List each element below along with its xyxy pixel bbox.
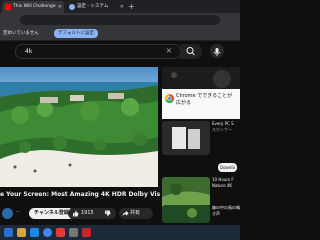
search-button[interactable] xyxy=(180,44,202,59)
youtube-favicon-icon xyxy=(5,4,11,10)
tab-youtube-video[interactable]: This Will Challenge Your Sc ✕ xyxy=(2,1,64,13)
suggestion-title: Every PC S xyxy=(212,121,234,126)
voice-search-button[interactable] xyxy=(210,44,224,58)
microphone-icon xyxy=(213,48,221,56)
suggestion-meta: スポンサー xyxy=(212,127,232,132)
ad-banner-image[interactable] xyxy=(162,67,240,89)
address-row xyxy=(0,13,240,27)
tab-settings[interactable]: 設定 - システム ✕ xyxy=(66,1,126,13)
youtube-taskbar-icon[interactable] xyxy=(82,228,91,237)
set-default-button[interactable]: デフォルトに設定 xyxy=(54,29,98,38)
video-frame-image xyxy=(0,67,158,187)
address-bar[interactable] xyxy=(20,15,220,25)
infobar-text: 定めいていません xyxy=(3,31,39,36)
share-label: 共有 xyxy=(130,210,141,216)
ad-card[interactable]: Chrome でできることが広がる xyxy=(162,89,240,119)
share-arrow-icon xyxy=(122,210,129,216)
clear-search-icon[interactable]: × xyxy=(163,44,175,58)
start-icon[interactable] xyxy=(4,228,13,237)
thumbs-up-icon xyxy=(73,210,79,217)
settings-favicon-icon xyxy=(69,4,75,10)
video-thumbnail xyxy=(162,205,210,223)
suggested-video[interactable]: Every PC S スポンサー xyxy=(162,121,240,155)
tab-title: This Will Challenge Your Sc xyxy=(13,4,56,9)
edge-icon[interactable] xyxy=(30,228,39,237)
ad-visual xyxy=(162,67,240,89)
windows-taskbar xyxy=(0,225,240,240)
new-tab-button[interactable]: + xyxy=(128,1,135,13)
like-button[interactable]: 1915 xyxy=(68,208,116,219)
browser-tab-strip: This Will Challenge Your Sc ✕ 設定 - システム … xyxy=(0,0,240,13)
video-title: e Your Screen: Most Amazing 4K HDR Dolby… xyxy=(0,191,160,198)
settings-taskbar-icon[interactable] xyxy=(69,228,78,237)
chrome-logo-icon xyxy=(165,94,174,103)
search-input[interactable]: 4k xyxy=(15,44,181,59)
file-explorer-icon[interactable] xyxy=(17,228,26,237)
video-player[interactable] xyxy=(0,67,158,187)
search-query: 4k xyxy=(25,48,33,55)
share-button[interactable]: 共有 xyxy=(119,208,153,219)
suggestion-title: 10 Hours F Nature 4K xyxy=(212,177,234,188)
video-thumbnail xyxy=(162,121,210,155)
thumbs-down-icon[interactable] xyxy=(104,210,111,217)
close-tab-icon[interactable]: ✕ xyxy=(120,1,124,13)
suggested-video[interactable]: 森の中の鳥の鳴き声 xyxy=(162,205,240,223)
ad-headline: Chrome でできることが広がる xyxy=(176,93,233,106)
app-icon[interactable] xyxy=(56,228,65,237)
channel-name[interactable]: ... xyxy=(16,208,20,213)
like-count: 1915 xyxy=(81,210,94,216)
chrome-taskbar-icon[interactable] xyxy=(43,228,52,237)
close-tab-icon[interactable]: ✕ xyxy=(58,1,62,13)
search-icon xyxy=(186,47,195,56)
download-button[interactable]: Downlo xyxy=(218,163,237,172)
tab-title: 設定 - システム xyxy=(77,4,109,9)
channel-avatar[interactable] xyxy=(2,208,13,219)
default-browser-infobar: 定めいていません デフォルトに設定 xyxy=(0,27,240,41)
suggestion-title: 森の中の鳥の鳴き声 xyxy=(212,205,240,216)
